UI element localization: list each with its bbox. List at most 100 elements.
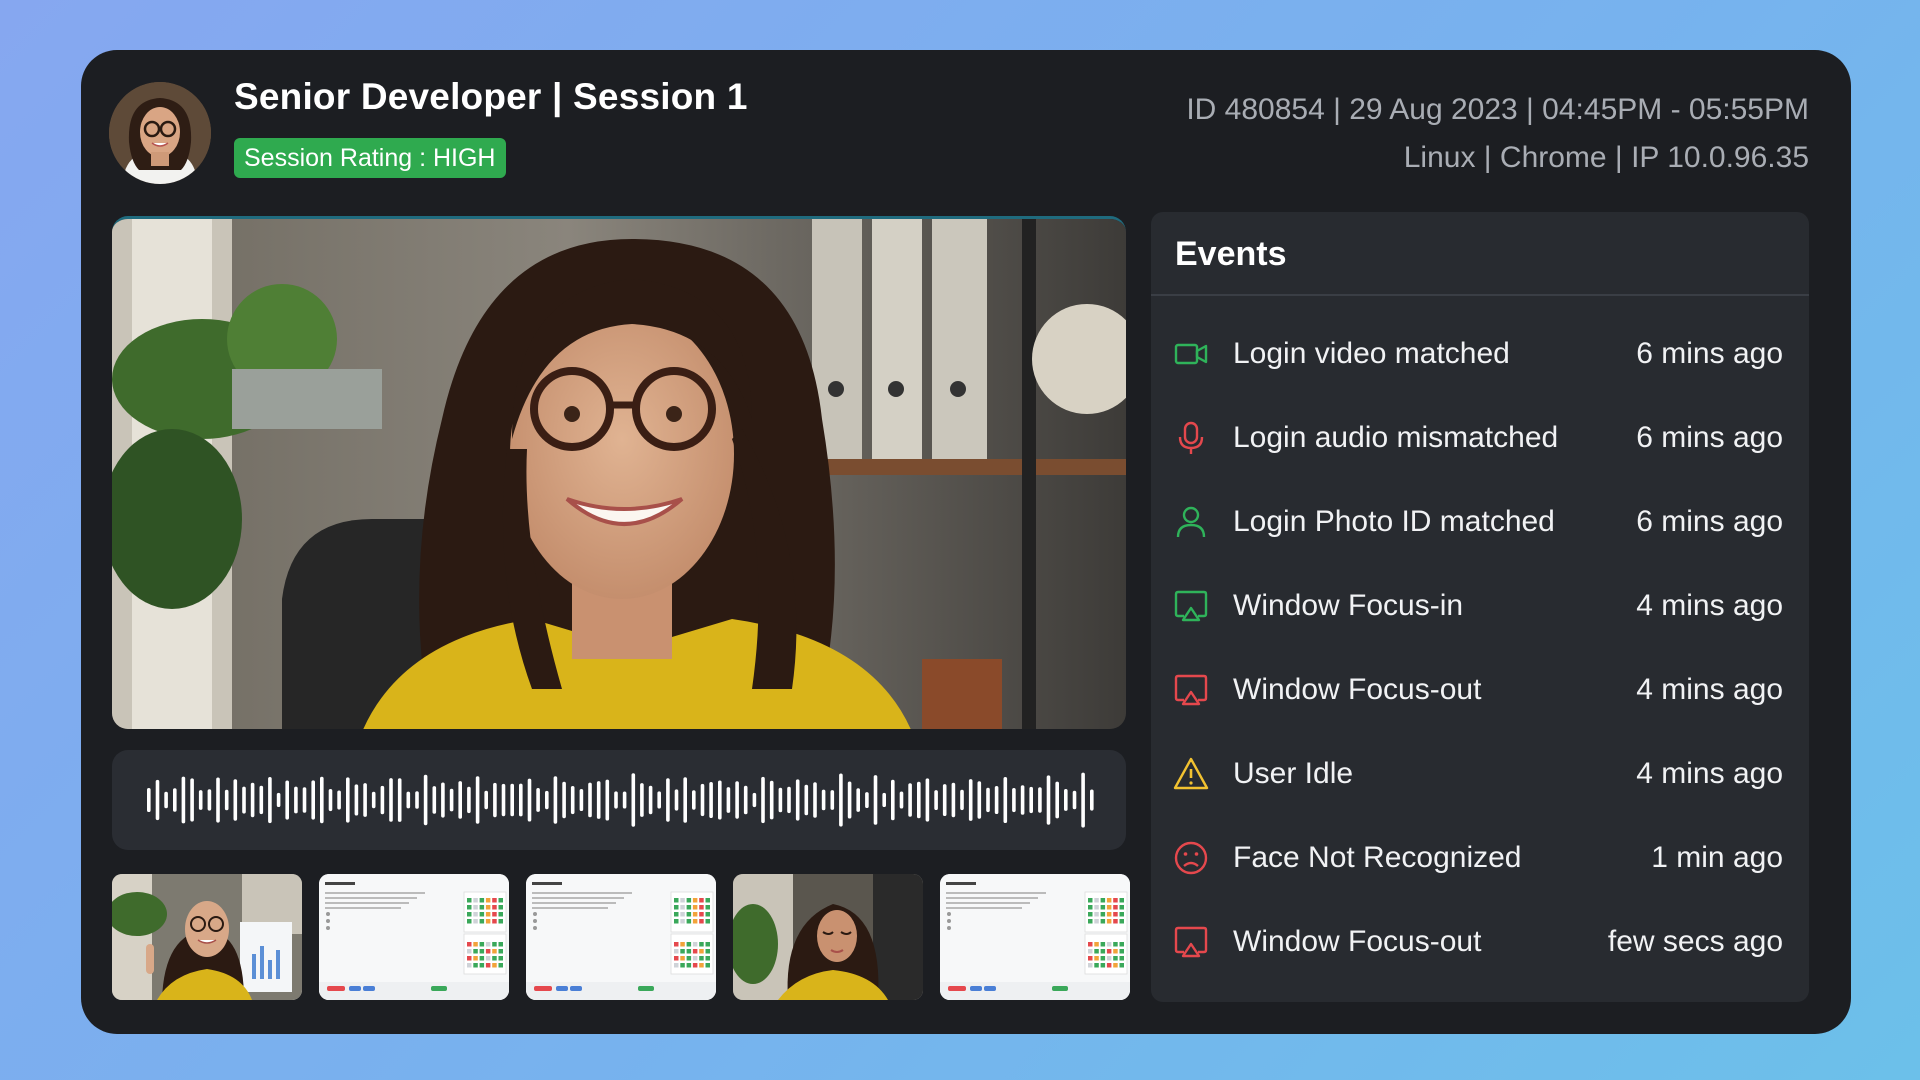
waveform-bar xyxy=(631,773,636,827)
waveform-bar xyxy=(1020,785,1025,815)
waveform-bar xyxy=(579,789,584,811)
waveform-bar xyxy=(1072,790,1077,810)
waveform-bar xyxy=(830,790,835,810)
waveform-bar xyxy=(778,787,783,813)
waveform-bar xyxy=(519,783,523,817)
waveform-bar xyxy=(769,780,774,820)
audio-waveform[interactable] xyxy=(112,750,1126,850)
event-time: 1 min ago xyxy=(1651,841,1783,874)
event-time: 6 mins ago xyxy=(1636,337,1783,370)
snapshot-thumbnail[interactable] xyxy=(526,874,716,1000)
waveform-bar xyxy=(917,781,921,819)
waveform-bar xyxy=(977,781,982,819)
waveform-bar xyxy=(259,785,264,815)
waveform-bar xyxy=(605,779,610,821)
waveform-bar xyxy=(423,774,428,826)
waveform-bar xyxy=(994,786,999,814)
waveform-bar xyxy=(155,779,160,821)
waveform-bar xyxy=(942,784,947,816)
waveform-bar xyxy=(596,781,601,819)
waveform-bar xyxy=(268,777,272,824)
waveform-bar xyxy=(761,776,765,824)
waveform-bar xyxy=(432,786,437,814)
event-time: 4 mins ago xyxy=(1636,589,1783,622)
waveform-bar xyxy=(354,784,359,816)
waveform-bar xyxy=(527,778,532,822)
waveform-bar xyxy=(847,781,852,819)
event-row[interactable]: User Idle 4 mins ago xyxy=(1151,732,1809,816)
event-row[interactable]: Window Focus-in 4 mins ago xyxy=(1151,564,1809,648)
event-label: Login Photo ID matched xyxy=(1233,505,1555,538)
snapshot-thumbnail[interactable] xyxy=(112,874,302,1000)
waveform-bar xyxy=(726,787,731,813)
waveform-bar xyxy=(674,789,679,811)
video-camera-icon xyxy=(1173,336,1209,372)
waveform-bar xyxy=(1029,786,1033,814)
screen-cast-icon xyxy=(1173,924,1209,960)
waveform-bar xyxy=(276,792,281,807)
waveform-bar xyxy=(458,781,462,819)
waveform-bar xyxy=(692,790,696,810)
waveform-bar xyxy=(467,786,471,814)
event-row[interactable]: Window Focus-out 4 mins ago xyxy=(1151,648,1809,732)
event-label: Window Focus-out xyxy=(1233,673,1482,706)
waveform-bar xyxy=(198,790,203,810)
waveform-bar xyxy=(795,779,800,821)
screen-cast-icon xyxy=(1173,588,1209,624)
event-row[interactable]: Window Focus-out few secs ago xyxy=(1151,900,1809,984)
event-label: Window Focus-in xyxy=(1233,589,1464,622)
waveform-bar xyxy=(363,783,367,817)
waveform-bar xyxy=(164,791,168,809)
waveform-bar xyxy=(640,783,644,817)
waveform-bar xyxy=(752,792,757,808)
user-icon xyxy=(1173,504,1209,540)
waveform-bar xyxy=(449,788,454,812)
video-frame xyxy=(112,219,1126,729)
waveform-bar xyxy=(397,778,402,822)
waveform-bar xyxy=(865,792,869,808)
event-row[interactable]: Login audio mismatched 6 mins ago xyxy=(1151,396,1809,480)
event-label: Login audio mismatched xyxy=(1233,421,1559,454)
waveform-bar xyxy=(536,788,540,812)
waveform-bar xyxy=(648,785,653,815)
waveform-bar xyxy=(294,786,298,814)
event-time: 6 mins ago xyxy=(1636,421,1783,454)
snapshot-screen xyxy=(940,874,1130,1000)
avatar[interactable] xyxy=(109,82,211,184)
snapshot-screen xyxy=(319,874,509,1000)
waveform-bar xyxy=(718,780,722,820)
screen-cast-icon xyxy=(1173,672,1209,708)
event-row[interactable]: Login Photo ID matched 6 mins ago xyxy=(1151,480,1809,564)
waveform-bar xyxy=(873,775,878,825)
avatar-image xyxy=(109,82,211,184)
waveform-bar xyxy=(614,791,618,809)
waveform-bar xyxy=(181,776,186,824)
snapshot-photo xyxy=(112,874,302,1000)
waveform-bar xyxy=(891,779,895,821)
waveform-bar xyxy=(224,789,229,811)
waveform-bar xyxy=(839,773,843,827)
waveform-bar xyxy=(735,781,739,819)
waveform-bar xyxy=(1046,775,1051,825)
session-meta: ID 480854 | 29 Aug 2023 | 04:45PM - 05:5… xyxy=(1186,86,1809,182)
snapshot-thumbnail[interactable] xyxy=(733,874,923,1000)
video-player[interactable] xyxy=(112,216,1126,729)
snapshot-thumbnail[interactable] xyxy=(319,874,509,1000)
waveform-bar xyxy=(813,782,817,818)
event-row[interactable]: Login video matched 6 mins ago xyxy=(1151,312,1809,396)
session-meta-system: Linux | Chrome | IP 10.0.96.35 xyxy=(1403,141,1809,174)
waveform-bar xyxy=(484,790,488,810)
waveform-bar xyxy=(968,779,973,821)
waveform-bar xyxy=(380,785,385,815)
waveform-bar xyxy=(510,783,514,817)
event-label: Login video matched xyxy=(1233,337,1510,370)
snapshot-thumbnail[interactable] xyxy=(940,874,1130,1000)
waveform-bar xyxy=(147,788,151,812)
waveform-bar xyxy=(242,786,246,814)
waveform-bar xyxy=(1038,787,1042,813)
waveform-bar xyxy=(346,777,350,823)
waveform-bar xyxy=(1003,777,1008,823)
waveform-bar xyxy=(700,783,705,817)
waveform-bar xyxy=(250,782,255,818)
event-row[interactable]: Face Not Recognized 1 min ago xyxy=(1151,816,1809,900)
